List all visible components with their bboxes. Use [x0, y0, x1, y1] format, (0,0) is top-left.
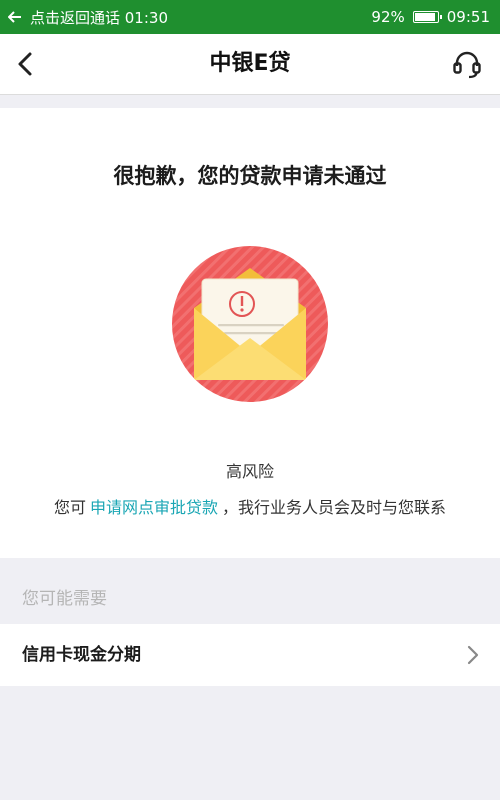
result-card: 很抱歉，您的贷款申请未通过 高风险 您可 申请网点审批贷款 ，我行业务人员会及时… [0, 108, 500, 558]
headset-icon [453, 51, 481, 79]
recommendation-item[interactable]: 信用卡现金分期 [0, 624, 500, 686]
recommendations-header: 您可能需要 [22, 589, 107, 609]
info-suffix: ，我行业务人员会及时与您联系 [222, 498, 447, 517]
battery-icon [412, 11, 442, 23]
customer-service-button[interactable] [450, 48, 484, 80]
navigation-bar: 中银E贷 [0, 34, 500, 95]
page-title: 中银E贷 [209, 51, 291, 76]
rejected-envelope-icon [172, 246, 328, 402]
battery-percent: 92% [371, 8, 405, 26]
status-time: 09:51 [446, 8, 490, 26]
return-to-call-text: 点击返回通话 01:30 [30, 8, 168, 27]
result-title: 很抱歉，您的贷款申请未通过 [113, 164, 387, 188]
chevron-right-icon [467, 645, 479, 665]
arrow-left-icon [8, 11, 21, 23]
recommendation-label: 信用卡现金分期 [22, 645, 141, 665]
info-prefix: 您可 [53, 498, 86, 517]
risk-level-label: 高风险 [225, 462, 274, 481]
contact-info: 您可 申请网点审批贷款 ，我行业务人员会及时与您联系 [0, 494, 500, 518]
apply-at-branch-link[interactable]: 申请网点审批贷款 [90, 498, 218, 517]
return-to-call-button[interactable]: 点击返回通话 01:30 [8, 0, 168, 34]
status-bar: 点击返回通话 01:30 92% 09:51 [0, 0, 500, 34]
battery-fill [414, 13, 435, 21]
